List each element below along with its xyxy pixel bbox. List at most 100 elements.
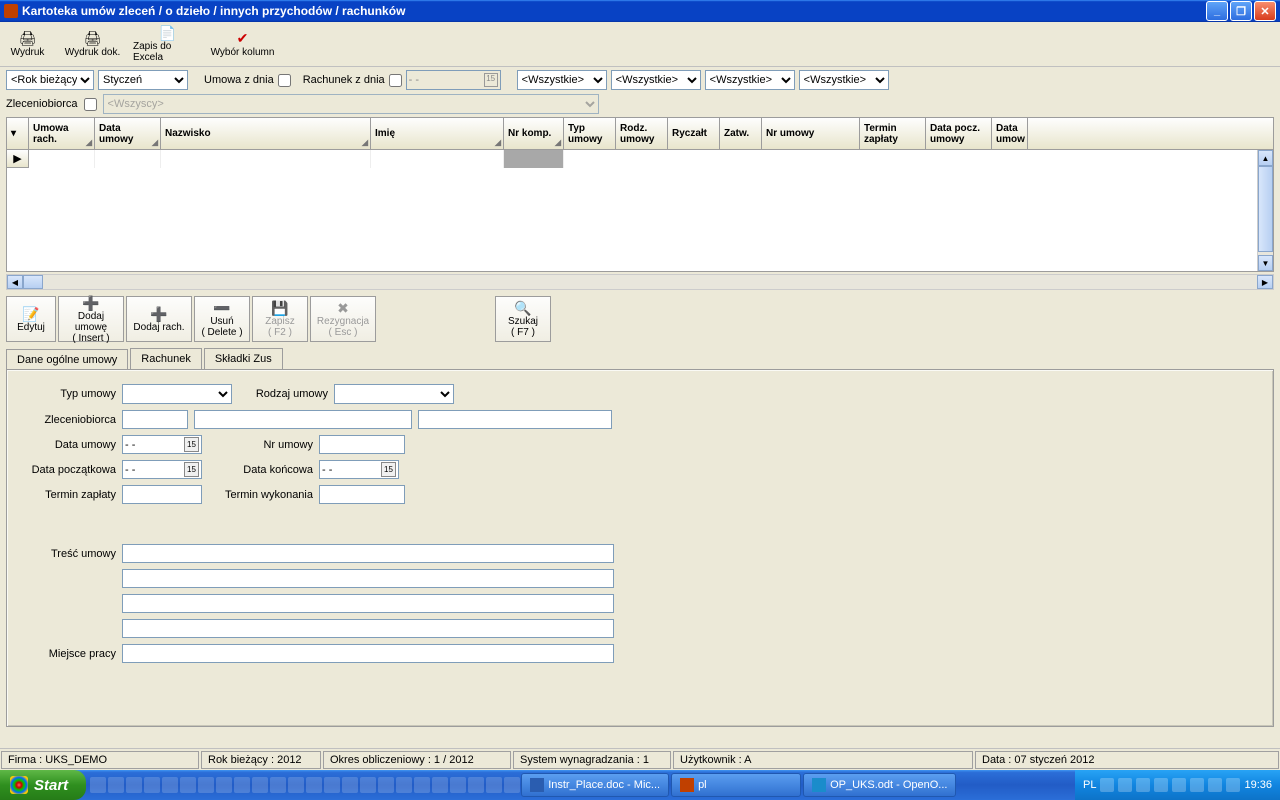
ql-icon[interactable] [180,777,196,793]
tresc-umowy-input-2[interactable] [122,569,614,588]
scroll-left-icon[interactable]: ◀ [7,275,23,289]
horizontal-scrollbar[interactable]: ◀ ▶ [6,274,1274,290]
taskbar-task-3[interactable]: OP_UKS.odt - OpenO... [803,773,956,797]
indicator-col[interactable]: ▾ [7,118,29,149]
tab-skladki-zus[interactable]: Składki Zus [204,348,283,369]
ql-icon[interactable] [126,777,142,793]
typ-umowy-combo[interactable] [122,384,232,404]
ql-icon[interactable] [342,777,358,793]
ql-icon[interactable] [378,777,394,793]
data-grid[interactable]: ▾ Umowa rach.◢ Data umowy◢ Nazwisko◢ Imi… [6,117,1274,272]
edytuj-button[interactable]: 📝Edytuj [6,296,56,342]
filter-combo-4[interactable]: <Wszystkie> [799,70,889,90]
tray-icon[interactable] [1136,778,1150,792]
calendar-icon[interactable]: 15 [381,462,396,477]
col-imie[interactable]: Imię◢ [371,118,504,149]
tresc-umowy-input-1[interactable] [122,544,614,563]
col-ryczalt[interactable]: Ryczałt [668,118,720,149]
minimize-button[interactable]: _ [1206,1,1228,21]
vertical-scrollbar[interactable]: ▲ ▼ [1257,150,1273,271]
close-button[interactable]: ✕ [1254,1,1276,21]
filter-combo-2[interactable]: <Wszystkie> [611,70,701,90]
taskbar-task-2[interactable]: pl [671,773,801,797]
termin-wykonania-input[interactable] [319,485,405,504]
col-data-pocz[interactable]: Data pocz. umowy [926,118,992,149]
ql-icon[interactable] [270,777,286,793]
data-konc-input[interactable]: - -15 [319,460,399,479]
zleceniobiorca-extra-input[interactable] [418,410,612,429]
col-typ-umowy[interactable]: Typ umowy [564,118,616,149]
ql-icon[interactable] [234,777,250,793]
calendar-icon[interactable]: 15 [184,462,199,477]
dodaj-rach-button[interactable]: ➕Dodaj rach. [126,296,192,342]
tab-dane-ogolne[interactable]: Dane ogólne umowy [6,349,128,370]
ql-icon[interactable] [90,777,106,793]
col-termin-zaplaty[interactable]: Termin zapłaty [860,118,926,149]
ql-icon[interactable] [486,777,502,793]
col-zatw[interactable]: Zatw. [720,118,762,149]
wydruk-dok-button[interactable]: 🖨Wydruk dok. [55,22,130,66]
ql-icon[interactable] [324,777,340,793]
col-data-umow2[interactable]: Data umow [992,118,1028,149]
tray-icon[interactable] [1118,778,1132,792]
miesiac-combo[interactable]: Styczeń [98,70,188,90]
scroll-thumb[interactable] [23,275,43,289]
ql-icon[interactable] [468,777,484,793]
wybor-kolumn-button[interactable]: ✔Wybór kolumn [205,22,280,66]
zleceniobiorca-code-input[interactable] [122,410,188,429]
ql-icon[interactable] [414,777,430,793]
rodzaj-umowy-combo[interactable] [334,384,454,404]
data-pocz-input[interactable]: - -15 [122,460,202,479]
col-umowa-rach[interactable]: Umowa rach.◢ [29,118,95,149]
scroll-up-icon[interactable]: ▲ [1258,150,1273,166]
scroll-thumb[interactable] [1258,166,1273,252]
tresc-umowy-input-4[interactable] [122,619,614,638]
start-button[interactable]: Start [0,770,86,800]
taskbar-task-1[interactable]: Instr_Place.doc - Mic... [521,773,669,797]
szukaj-button[interactable]: 🔍Szukaj( F7 ) [495,296,551,342]
ql-icon[interactable] [306,777,322,793]
rok-combo[interactable]: <Rok bieżący> [6,70,94,90]
tray-icon[interactable] [1172,778,1186,792]
ql-icon[interactable] [108,777,124,793]
col-nazwisko[interactable]: Nazwisko◢ [161,118,371,149]
scroll-down-icon[interactable]: ▼ [1258,255,1273,271]
ql-icon[interactable] [144,777,160,793]
ql-icon[interactable] [216,777,232,793]
data-umowy-input[interactable]: - -15 [122,435,202,454]
col-data-umowy[interactable]: Data umowy◢ [95,118,161,149]
umowa-z-dnia-checkbox[interactable] [278,74,291,87]
ql-icon[interactable] [360,777,376,793]
tray-icon[interactable] [1154,778,1168,792]
tray-icon[interactable] [1226,778,1240,792]
miejsce-pracy-input[interactable] [122,644,614,663]
rachunek-z-dnia-checkbox[interactable] [389,74,402,87]
termin-zaplaty-input[interactable] [122,485,202,504]
zapis-excel-button[interactable]: 📄Zapis do Excela [130,22,205,66]
tray-icon[interactable] [1190,778,1204,792]
dodaj-umowe-button[interactable]: ➕Dodaj umowę( Insert ) [58,296,124,342]
ql-icon[interactable] [432,777,448,793]
ql-icon[interactable] [450,777,466,793]
zleceniobiorca-checkbox[interactable] [84,98,97,111]
tray-icon[interactable] [1100,778,1114,792]
maximize-button[interactable]: ❐ [1230,1,1252,21]
col-nr-umowy[interactable]: Nr umowy [762,118,860,149]
grid-body[interactable]: ▶ ▲ ▼ [7,150,1273,271]
ql-icon[interactable] [198,777,214,793]
zleceniobiorca-name-input[interactable] [194,410,412,429]
wydruk-button[interactable]: 🖨Wydruk [0,22,55,66]
tresc-umowy-input-3[interactable] [122,594,614,613]
scroll-right-icon[interactable]: ▶ [1257,275,1273,289]
col-rodz-umowy[interactable]: Rodz. umowy [616,118,668,149]
filter-combo-1[interactable]: <Wszystkie> [517,70,607,90]
ql-icon[interactable] [288,777,304,793]
nr-umowy-input[interactable] [319,435,405,454]
lang-indicator[interactable]: PL [1083,779,1096,791]
usun-button[interactable]: ➖Usuń( Delete ) [194,296,250,342]
tray-icon[interactable] [1208,778,1222,792]
ql-icon[interactable] [504,777,520,793]
ql-icon[interactable] [396,777,412,793]
ql-icon[interactable] [252,777,268,793]
table-row[interactable]: ▶ [7,150,1273,168]
